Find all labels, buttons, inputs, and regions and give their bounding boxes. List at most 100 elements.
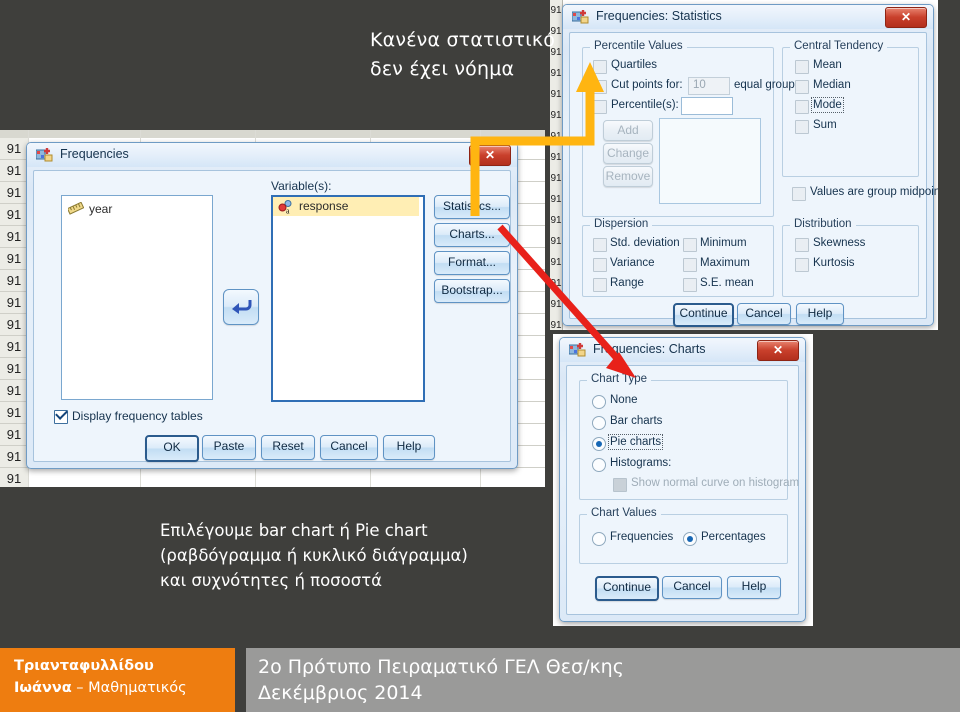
reset-button[interactable]: Reset	[261, 435, 315, 460]
chart-type-none-label[interactable]: None	[610, 394, 638, 406]
statistics-cancel-button[interactable]: Cancel	[737, 303, 791, 325]
quartiles-label[interactable]: Quartiles	[611, 59, 657, 71]
cancel-button[interactable]: Cancel	[320, 435, 378, 460]
bootstrap-button[interactable]: Bootstrap...	[434, 279, 510, 303]
remove-percentile-button[interactable]: Remove	[603, 166, 653, 187]
cut-points-checkbox[interactable]	[593, 80, 607, 94]
chart-type-bar-radio[interactable]	[592, 416, 606, 430]
variables-list[interactable]: a response	[271, 195, 425, 402]
chart-type-bar-label[interactable]: Bar charts	[610, 415, 662, 427]
range-checkbox[interactable]	[593, 278, 607, 292]
mode-label[interactable]: Mode	[811, 97, 844, 113]
help-button[interactable]: Help	[383, 435, 435, 460]
sheet-row-header[interactable]: 91	[0, 160, 29, 182]
charts-continue-button[interactable]: Continue	[595, 576, 659, 601]
chart-values-frequencies-label[interactable]: Frequencies	[610, 531, 673, 543]
chart-type-none-radio[interactable]	[592, 395, 606, 409]
skewness-label[interactable]: Skewness	[813, 237, 865, 249]
display-frequency-tables-checkbox[interactable]	[54, 410, 68, 424]
minimum-label[interactable]: Minimum	[700, 237, 747, 249]
quartiles-checkbox[interactable]	[593, 60, 607, 74]
sheet-row-header[interactable]: 91	[0, 292, 29, 314]
charts-help-button[interactable]: Help	[727, 576, 781, 599]
change-percentile-button[interactable]: Change	[603, 143, 653, 164]
sheet-row-header[interactable]: 91	[0, 204, 29, 226]
chart-values-frequencies-radio[interactable]	[592, 532, 606, 546]
sheet-row-header[interactable]: 91	[0, 424, 29, 446]
mean-label[interactable]: Mean	[813, 59, 842, 71]
skewness-checkbox[interactable]	[795, 238, 809, 252]
slide-note-top-line2: δεν έχει νόημα	[370, 58, 515, 80]
sheet-row-header[interactable]: 91	[0, 248, 29, 270]
sheet-row-header[interactable]: 91	[0, 336, 29, 358]
display-frequency-tables-label[interactable]: Display frequency tables	[72, 409, 203, 423]
close-icon[interactable]: ✕	[469, 145, 511, 166]
kurtosis-label[interactable]: Kurtosis	[813, 257, 855, 269]
source-variable-list[interactable]: year	[61, 195, 213, 400]
percentiles-label[interactable]: Percentile(s):	[611, 99, 679, 111]
slide-note-bottom: Επιλέγουμε bar chart ή Pie chart (ραβδόγ…	[160, 518, 560, 593]
maximum-label[interactable]: Maximum	[700, 257, 750, 269]
paste-button[interactable]: Paste	[202, 435, 256, 460]
variable-item-label[interactable]: response	[299, 199, 348, 213]
statistics-continue-label: Continue	[679, 306, 728, 320]
percentiles-input[interactable]	[681, 97, 733, 115]
percentiles-checkbox[interactable]	[593, 100, 607, 114]
charts-button[interactable]: Charts...	[434, 223, 510, 247]
format-button[interactable]: Format...	[434, 251, 510, 275]
variance-label[interactable]: Variance	[610, 257, 655, 269]
median-checkbox[interactable]	[795, 80, 809, 94]
sheet-row-header[interactable]: 91	[0, 446, 29, 468]
chart-type-histogram-radio[interactable]	[592, 458, 606, 472]
values-group-midpoints-label[interactable]: Values are group midpoints	[810, 186, 938, 198]
statistics-button[interactable]: Statistics...	[434, 195, 510, 219]
sheet-row-header[interactable]: 91	[0, 314, 29, 336]
chart-type-pie-radio[interactable]	[592, 437, 606, 451]
charts-titlebar[interactable]: Frequencies: Charts ✕	[560, 338, 805, 362]
sum-checkbox[interactable]	[795, 120, 809, 134]
se-mean-checkbox[interactable]	[683, 278, 697, 292]
se-mean-label[interactable]: S.E. mean	[700, 277, 754, 289]
mean-checkbox[interactable]	[795, 60, 809, 74]
sheet-row-header[interactable]: 91	[0, 226, 29, 248]
sheet-row-header[interactable]: 91	[0, 138, 29, 160]
arrow-left-transfer-icon	[232, 300, 252, 314]
cut-points-input[interactable]: 10	[688, 77, 730, 95]
chart-type-histogram-label[interactable]: Histograms:	[610, 457, 671, 469]
chart-values-percentages-label[interactable]: Percentages	[701, 531, 766, 543]
show-normal-curve-checkbox[interactable]	[613, 478, 627, 492]
transfer-variable-button[interactable]	[223, 289, 259, 325]
cut-points-label[interactable]: Cut points for:	[611, 79, 683, 91]
sum-label[interactable]: Sum	[813, 119, 837, 131]
frequencies-titlebar[interactable]: Frequencies ✕	[27, 143, 517, 167]
charts-cancel-button[interactable]: Cancel	[662, 576, 722, 599]
chart-type-pie-label[interactable]: Pie charts	[607, 434, 664, 450]
range-label[interactable]: Range	[610, 277, 644, 289]
std-deviation-checkbox[interactable]	[593, 238, 607, 252]
statistics-continue-button[interactable]: Continue	[673, 303, 734, 327]
minimum-checkbox[interactable]	[683, 238, 697, 252]
ok-button[interactable]: OK	[145, 435, 199, 462]
sheet-row-header[interactable]: 91	[0, 468, 29, 487]
maximum-checkbox[interactable]	[683, 258, 697, 272]
statistics-titlebar[interactable]: Frequencies: Statistics ✕	[563, 5, 933, 29]
statistics-help-button[interactable]: Help	[796, 303, 844, 325]
sheet-row-header[interactable]: 91	[0, 270, 29, 292]
percentiles-list[interactable]	[659, 118, 761, 204]
chart-values-percentages-radio[interactable]	[683, 532, 697, 546]
close-icon[interactable]: ✕	[885, 7, 927, 28]
variance-checkbox[interactable]	[593, 258, 607, 272]
kurtosis-checkbox[interactable]	[795, 258, 809, 272]
sheet-row-header[interactable]: 91	[0, 402, 29, 424]
sheet-row-header[interactable]: 91	[0, 358, 29, 380]
sheet-row-header[interactable]: 91	[0, 380, 29, 402]
add-percentile-button[interactable]: Add	[603, 120, 653, 141]
sheet-row-header[interactable]: 91	[0, 182, 29, 204]
std-deviation-label[interactable]: Std. deviation	[610, 237, 680, 249]
median-label[interactable]: Median	[813, 79, 851, 91]
close-icon[interactable]: ✕	[757, 340, 799, 361]
values-group-midpoints-checkbox[interactable]	[792, 187, 806, 201]
show-normal-curve-label[interactable]: Show normal curve on histogram	[631, 477, 799, 489]
source-variable-label[interactable]: year	[89, 202, 112, 216]
mode-checkbox[interactable]	[795, 100, 809, 114]
